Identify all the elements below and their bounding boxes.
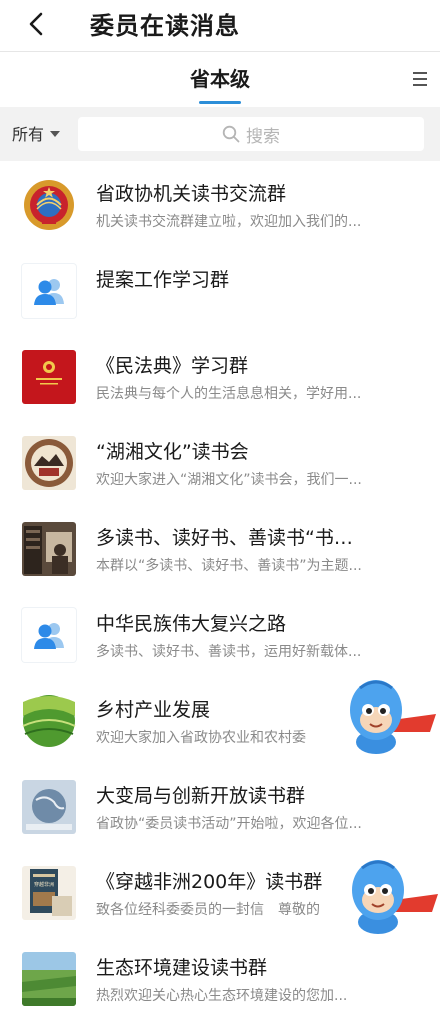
group-preview: 机关读书交流群建立啦，欢迎加入我们的... [96,214,362,230]
users-icon [34,279,64,305]
back-button[interactable] [16,4,56,44]
search-placeholder: 搜索 [246,126,280,147]
list-item[interactable]: “湖湘文化”读书会 欢迎大家进入“湖湘文化”读书会，我们一... [0,419,440,505]
group-preview: 省政协“委员读书活动”开始啦，欢迎各位... [96,816,362,832]
group-list: 省政协机关读书交流群 机关读书交流群建立啦，欢迎加入我们的... 提案工作学习群 [0,161,440,1014]
chevron-left-icon [29,12,43,36]
list-item[interactable]: 《民法典》学习群 民法典与每个人的生活息息相关，学好用... [0,333,440,419]
globe-book-avatar [22,780,76,834]
list-item[interactable]: 生态环境建设读书群 热烈欢迎关心热心生态环境建设的您加... [0,935,440,1014]
group-title: 多读书、读好书、善读书“书… [96,527,353,549]
search-input[interactable]: 搜索 [78,117,424,151]
tab-provincial[interactable]: 省本级 [0,63,440,92]
search-bar: 所有 搜索 [0,107,440,161]
group-preview: 致各位经科委委员的一封信 尊敬的 [96,902,320,918]
group-preview: 本群以“多读书、读好书、善读书”为主题... [96,558,362,574]
group-title: 省政协机关读书交流群 [96,183,287,205]
caret-down-icon [50,131,61,137]
svg-text:穿越非洲: 穿越非洲 [34,881,54,888]
book-cover-avatar: 穿越非洲 [22,866,76,920]
group-title: 中华民族伟大复兴之路 [96,613,287,635]
group-title: 乡村产业发展 [96,699,211,721]
list-item[interactable]: 穿越非洲 《穿越非洲200年》读书群 致各位经科委委员的一封信 尊敬的 [0,849,440,935]
group-title: 生态环境建设读书群 [96,957,268,979]
page-title: 委员在读消息 [90,12,240,40]
group-preview: 民法典与每个人的生活息息相关，学好用... [96,386,362,402]
list-item[interactable]: 提案工作学习群 [0,247,440,333]
list-item[interactable]: 多读书、读好书、善读书“书… 本群以“多读书、读好书、善读书”为主题... [0,505,440,591]
rural-field-avatar [22,694,76,748]
top-bar: 委员在读消息 [0,0,440,52]
tab-bar: 省本级 [0,53,440,105]
active-tab-indicator [199,101,241,104]
group-preview: 热烈欢迎关心热心生态环境建设的您加... [96,988,348,1004]
search-icon [222,125,240,143]
group-default-avatar [22,264,76,318]
list-item[interactable]: 中华民族伟大复兴之路 多读书、读好书、善读书，运用好新载体... [0,591,440,677]
group-preview: 欢迎大家加入省政协农业和农村委 [96,730,306,746]
cppcc-emblem-avatar [22,178,76,232]
library-photo-avatar [22,522,76,576]
group-preview: 欢迎大家进入“湖湘文化”读书会，我们一... [96,472,362,488]
list-item[interactable]: 乡村产业发展 欢迎大家加入省政协农业和农村委 [0,677,440,763]
users-icon [34,623,64,649]
huxiang-culture-avatar [22,436,76,490]
list-item[interactable]: 省政协机关读书交流群 机关读书交流群建立啦，欢迎加入我们的... [0,161,440,247]
group-title: 《民法典》学习群 [96,355,249,377]
filter-label: 所有 [12,125,45,144]
group-title: “湖湘文化”读书会 [96,441,249,463]
group-preview: 多读书、读好书、善读书，运用好新载体... [96,644,362,660]
list-item[interactable]: 大变局与创新开放读书群 省政协“委员读书活动”开始啦，欢迎各位... [0,763,440,849]
hamburger-menu-icon[interactable] [408,67,432,91]
civil-code-book-avatar [22,350,76,404]
group-title: 大变局与创新开放读书群 [96,785,306,807]
ecology-field-avatar [22,952,76,1006]
group-title: 提案工作学习群 [96,269,230,291]
group-default-avatar [22,608,76,662]
group-title: 《穿越非洲200年》读书群 [96,871,323,893]
filter-dropdown[interactable]: 所有 [12,121,61,145]
